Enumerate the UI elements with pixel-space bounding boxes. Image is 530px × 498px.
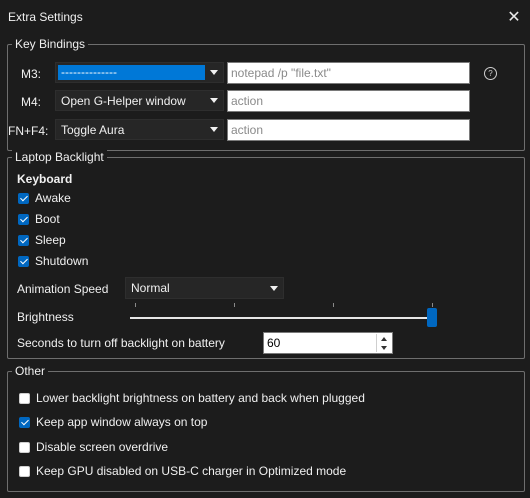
sleep-checkbox[interactable]: Sleep bbox=[18, 233, 66, 247]
checkbox-checked-icon bbox=[18, 255, 29, 267]
fnf4-command-input[interactable]: action bbox=[227, 119, 470, 141]
keep-gpu-disabled-label: Keep GPU disabled on USB-C charger in Op… bbox=[36, 464, 347, 478]
m3-label: M3: bbox=[21, 67, 42, 81]
chevron-down-icon bbox=[265, 278, 283, 298]
key-bindings-legend: Key Bindings bbox=[12, 37, 89, 51]
checkbox-unchecked-icon bbox=[19, 465, 30, 477]
boot-label: Boot bbox=[35, 212, 60, 226]
backlight-timeout-stepper[interactable]: 60 bbox=[263, 332, 393, 354]
slider-tick bbox=[432, 303, 433, 307]
other-legend: Other bbox=[12, 364, 49, 378]
checkbox-checked-icon bbox=[18, 192, 29, 204]
shutdown-checkbox[interactable]: Shutdown bbox=[18, 254, 88, 268]
laptop-backlight-legend: Laptop Backlight bbox=[12, 150, 107, 164]
fnf4-action-value: Toggle Aura bbox=[61, 122, 125, 137]
animation-speed-label: Animation Speed bbox=[17, 282, 109, 296]
chevron-up-icon[interactable] bbox=[377, 334, 391, 343]
backlight-timeout-label: Seconds to turn off backlight on battery bbox=[17, 336, 225, 350]
awake-checkbox[interactable]: Awake bbox=[18, 191, 71, 205]
brightness-slider[interactable] bbox=[130, 317, 433, 319]
animation-speed-select[interactable]: Normal bbox=[125, 277, 284, 299]
disable-overdrive-label: Disable screen overdrive bbox=[36, 440, 169, 454]
lower-backlight-label: Lower backlight brightness on battery an… bbox=[36, 391, 365, 405]
always-on-top-label: Keep app window always on top bbox=[36, 415, 208, 429]
checkbox-checked-icon bbox=[18, 213, 29, 225]
sleep-label: Sleep bbox=[35, 233, 66, 247]
awake-label: Awake bbox=[35, 191, 71, 205]
shutdown-label: Shutdown bbox=[35, 254, 89, 268]
animation-speed-value: Normal bbox=[131, 281, 170, 295]
title-bar: Extra Settings ✕ bbox=[0, 0, 530, 34]
slider-tick bbox=[333, 303, 334, 307]
m4-action-select[interactable]: Open G-Helper window bbox=[55, 90, 224, 111]
always-on-top-checkbox[interactable]: Keep app window always on top bbox=[19, 415, 207, 429]
m4-label: M4: bbox=[21, 95, 42, 109]
m3-command-input[interactable]: notepad /p "file.txt" bbox=[227, 62, 470, 84]
checkbox-unchecked-icon bbox=[19, 392, 30, 404]
keep-gpu-disabled-checkbox[interactable]: Keep GPU disabled on USB-C charger in Op… bbox=[19, 464, 346, 478]
slider-tick bbox=[234, 303, 235, 307]
m3-action-select[interactable]: -------------- bbox=[55, 62, 224, 83]
help-icon[interactable]: ? bbox=[484, 67, 497, 80]
disable-overdrive-checkbox[interactable]: Disable screen overdrive bbox=[19, 440, 168, 454]
checkbox-checked-icon bbox=[19, 416, 30, 428]
m3-action-value: -------------- bbox=[58, 65, 205, 80]
lower-backlight-checkbox[interactable]: Lower backlight brightness on battery an… bbox=[19, 391, 365, 405]
chevron-down-icon bbox=[205, 63, 223, 82]
backlight-timeout-value: 60 bbox=[267, 336, 281, 350]
slider-tick bbox=[135, 303, 136, 307]
checkbox-checked-icon bbox=[18, 234, 29, 246]
brightness-label: Brightness bbox=[17, 310, 74, 324]
keyboard-heading: Keyboard bbox=[17, 172, 73, 186]
chevron-down-icon bbox=[205, 91, 223, 110]
m4-command-input[interactable]: action bbox=[227, 90, 470, 112]
fnf4-label: FN+F4: bbox=[8, 124, 49, 138]
brightness-slider-thumb[interactable] bbox=[427, 308, 437, 327]
fnf4-action-select[interactable]: Toggle Aura bbox=[55, 119, 224, 140]
m4-action-value: Open G-Helper window bbox=[61, 93, 186, 108]
chevron-down-icon bbox=[205, 120, 223, 139]
checkbox-unchecked-icon bbox=[19, 441, 30, 453]
window-title: Extra Settings bbox=[8, 10, 83, 24]
close-icon[interactable]: ✕ bbox=[502, 5, 526, 29]
chevron-down-icon[interactable] bbox=[377, 343, 391, 352]
boot-checkbox[interactable]: Boot bbox=[18, 212, 60, 226]
